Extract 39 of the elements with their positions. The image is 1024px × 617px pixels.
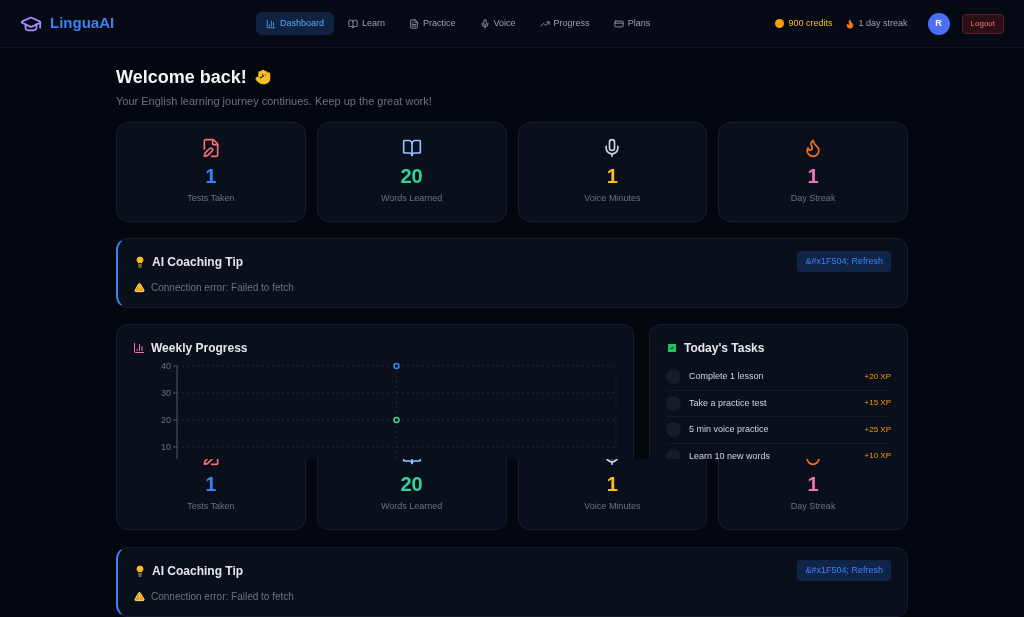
stat-value: 1 [205,164,217,190]
welcome-title: Welcome back! [116,66,247,89]
stat-label: Day Streak [790,192,836,206]
task-label: Complete 1 lesson [689,370,765,383]
stat-value: 1 [606,164,618,190]
task-label: Learn 10 new words [689,449,772,459]
welcome-subtitle: Your English learning journey continues. Keep up the great work! [116,94,433,109]
stat-label: Words Learned [380,192,443,206]
stat-value: 1 [606,472,618,498]
stat-value: 1 [807,472,819,498]
error-message: Connection error: Failed to fetch [151,281,294,296]
axis-tick-label: 30 [161,388,171,398]
error-message: Connection error: Failed to fetch [151,590,294,605]
streak-label: 1 day streak [858,16,908,30]
xp-reward: +25 XP [864,423,891,436]
axis-tick-label: 10 [161,442,171,452]
stat-label: Day Streak [790,500,836,514]
stat-value: 1 [807,164,819,190]
stat-value: 20 [400,164,423,190]
task-label: Take a practice test [689,396,768,410]
card-title: Weekly Progress [151,340,248,357]
card-title: Today's Tasks [684,340,765,357]
xp-reward: +20 XP [864,370,891,383]
task-label: 5 min voice practice [689,423,770,436]
stat-label: Tests Taken [187,500,235,514]
axis-tick-label: 40 [161,361,171,371]
stat-value: 1 [205,472,217,498]
axis-tick-label: 20 [161,415,171,425]
xp-reward: +10 XP [864,450,891,459]
tip-title: AI Coaching Tip [152,253,244,271]
brand-name: LinguaAI [50,13,115,34]
xp-reward: +15 XP [864,397,891,410]
stat-label: Tests Taken [187,192,235,206]
credits-label: 900 credits [788,16,833,30]
tip-title: AI Coaching Tip [152,562,244,580]
stat-label: Voice Minutes [584,500,641,514]
stat-label: Words Learned [380,500,443,514]
stat-value: 20 [400,472,423,498]
stat-label: Voice Minutes [584,192,641,206]
